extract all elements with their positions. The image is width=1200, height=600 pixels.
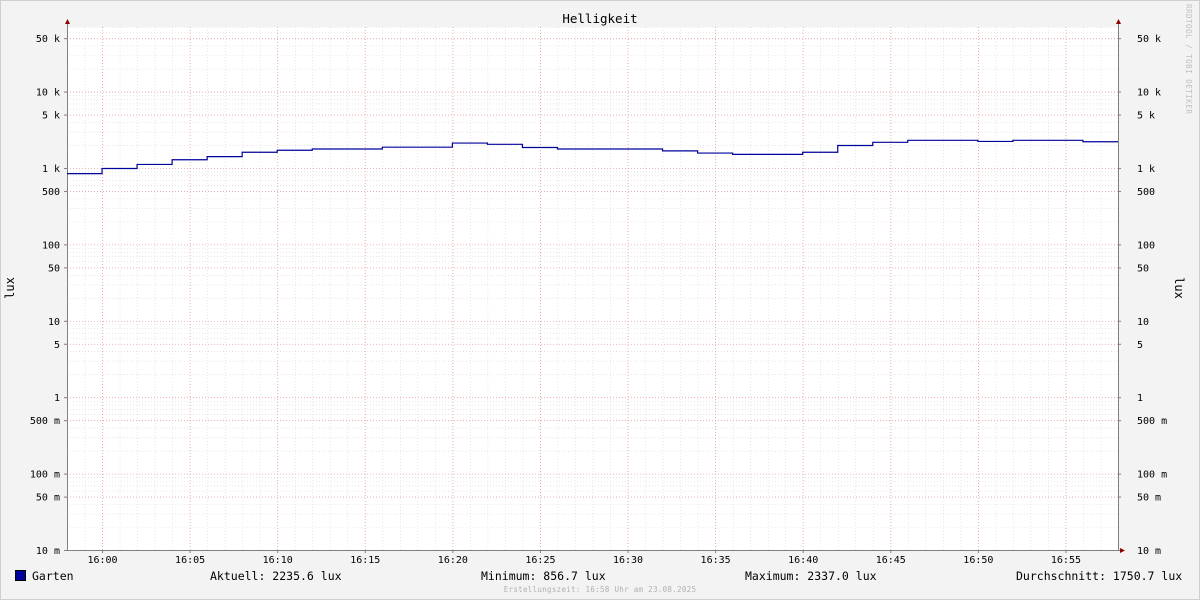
y-tick-label-right: 10: [1137, 317, 1149, 328]
creation-timestamp: Erstellungszeit: 16:58 Uhr am 23.08.2025: [503, 585, 697, 594]
y-tick-label-right: 1: [1137, 393, 1143, 404]
legend-maximum: Maximum: 2337.0 lux: [745, 569, 877, 583]
y-tick-label-left: 10 k: [36, 88, 60, 99]
legend-minimum: Minimum: 856.7 lux: [481, 569, 606, 583]
x-tick-label: 16:00: [87, 555, 117, 566]
x-tick-label: 16:25: [525, 555, 555, 566]
y-tick-label-right: 500: [1137, 187, 1155, 198]
y-tick-label-right: 5 k: [1137, 111, 1155, 122]
y-tick-label-right: 50: [1137, 263, 1149, 274]
x-tick-label: 16:05: [175, 555, 205, 566]
y-tick-label-right: 1 k: [1137, 164, 1155, 175]
y-tick-label-left: 100 m: [30, 470, 60, 481]
legend-average: Durchschnitt: 1750.7 lux: [1016, 569, 1183, 583]
y-axis-label-right: lux: [1172, 277, 1186, 299]
y-tick-label-right: 50 k: [1137, 34, 1161, 45]
legend-swatch: [15, 570, 26, 581]
y-tick-label-right: 100: [1137, 240, 1155, 251]
y-tick-label-left: 50: [48, 263, 60, 274]
y-tick-label-left: 10 m: [36, 546, 60, 557]
rrdtool-watermark: RRDTOOL / TOBI OETIKER: [1184, 4, 1193, 115]
legend-current: Aktuell: 2235.6 lux: [210, 569, 342, 583]
y-tick-label-right: 5: [1137, 340, 1143, 351]
y-tick-label-left: 1: [54, 393, 60, 404]
x-tick-label: 16:30: [613, 555, 643, 566]
y-tick-label-left: 500: [42, 187, 60, 198]
x-tick-label: 16:35: [701, 555, 731, 566]
y-tick-label-left: 10: [48, 317, 60, 328]
plot-canvas: [67, 27, 1118, 550]
y-tick-label-left: 5: [54, 340, 60, 351]
y-tick-label-right: 10 k: [1137, 88, 1161, 99]
y-tick-label-left: 1 k: [42, 164, 60, 175]
x-axis-arrow: [1120, 548, 1125, 553]
x-tick-label: 16:55: [1051, 555, 1081, 566]
x-tick-labels: 16:00 16:05 16:10 16:15 16:20 16:25 16:30 16:35…: [87, 555, 1081, 566]
x-tick-label: 16:45: [876, 555, 906, 566]
legend-series-name: Garten: [32, 569, 74, 583]
y-axis-label-left: lux: [3, 277, 17, 299]
y-axis-left-arrow: [65, 19, 70, 24]
y-tick-label-right: 100 m: [1137, 470, 1167, 481]
y-tick-labels-left: 50 k 10 k 5 k 1 k 500 100 50 10 5 1 500 m 100 m 50 m…: [30, 34, 60, 557]
y-tick-labels-right: 50 k 10 k 5 k 1 k 500 100 50 10 5 1 500 m 100 m 50 m…: [1137, 34, 1167, 557]
y-axis-right-arrow: [1116, 19, 1121, 24]
y-tick-label-right: 50 m: [1137, 493, 1161, 504]
y-tick-label-left: 100: [42, 240, 60, 251]
x-tick-label: 16:20: [438, 555, 468, 566]
y-tick-label-left: 5 k: [42, 111, 60, 122]
y-tick-label-left: 50 m: [36, 493, 60, 504]
x-tick-label: 16:50: [963, 555, 993, 566]
y-tick-label-left: 50 k: [36, 34, 60, 45]
chart-title: Helligkeit: [562, 11, 637, 26]
y-tick-label-right: 500 m: [1137, 416, 1167, 427]
minor-x-grid: [67, 27, 1119, 550]
brightness-chart: 50 k 10 k 5 k 1 k 500 100 50 10 5 1 500 m 100 m 50 m…: [3, 11, 1186, 566]
y-tick-label-right: 10 m: [1137, 546, 1161, 557]
y-tick-label-left: 500 m: [30, 416, 60, 427]
x-tick-label: 16:15: [350, 555, 380, 566]
x-tick-label: 16:40: [788, 555, 818, 566]
legend-series: Garten: [15, 568, 74, 584]
x-tick-label: 16:10: [263, 555, 293, 566]
